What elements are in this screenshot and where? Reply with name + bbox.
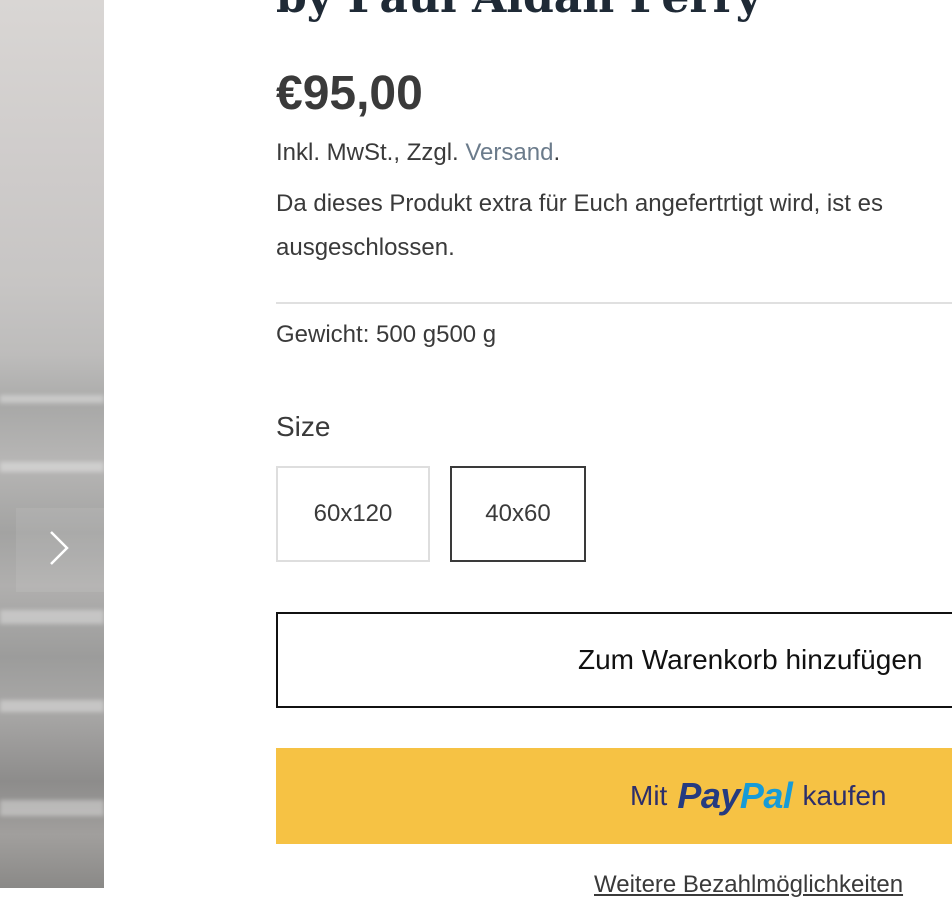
- size-option-40x60[interactable]: 40x60: [450, 466, 586, 562]
- tax-prefix: Inkl. MwSt., Zzgl.: [276, 139, 466, 166]
- size-option-60x120[interactable]: 60x120: [276, 466, 430, 562]
- size-label: Size: [276, 411, 331, 442]
- paypal-prefix: Mit: [630, 780, 668, 811]
- product-image[interactable]: [0, 0, 104, 888]
- paypal-logo: PayPal: [677, 775, 793, 816]
- more-payment-options-link[interactable]: Weitere Bezahlmöglichkeiten: [594, 870, 903, 900]
- return-notice: Da dieses Produkt extra für Euch angefer…: [276, 182, 952, 270]
- photo-detail: [0, 700, 104, 712]
- tax-suffix: .: [553, 139, 561, 166]
- tax-info: Inkl. MwSt., Zzgl. Versand.: [276, 138, 560, 168]
- product-title: by Paul Aidan Perry: [276, 0, 761, 24]
- photo-detail: [0, 800, 104, 816]
- notice-line: Da dieses Produkt extra für Euch angefer…: [276, 190, 883, 217]
- add-to-cart-button[interactable]: Zum Warenkorb hinzufügen: [276, 612, 952, 708]
- notice-line: ausgeschlossen.: [276, 234, 455, 261]
- paypal-checkout-button[interactable]: Mit PayPal kaufen: [276, 748, 952, 844]
- divider: [276, 302, 952, 304]
- chevron-right-icon[interactable]: [46, 530, 70, 566]
- photo-detail: [0, 395, 104, 403]
- product-weight: Gewicht: 500 g500 g: [276, 321, 497, 348]
- paypal-suffix: kaufen: [802, 780, 887, 811]
- product-info: by Paul Aidan Perry €95,00 Inkl. MwSt., …: [276, 0, 952, 898]
- product-price: €95,00: [276, 67, 423, 120]
- shipping-link[interactable]: Versand: [465, 139, 553, 166]
- photo-detail: [0, 462, 104, 472]
- photo-detail: [0, 610, 104, 624]
